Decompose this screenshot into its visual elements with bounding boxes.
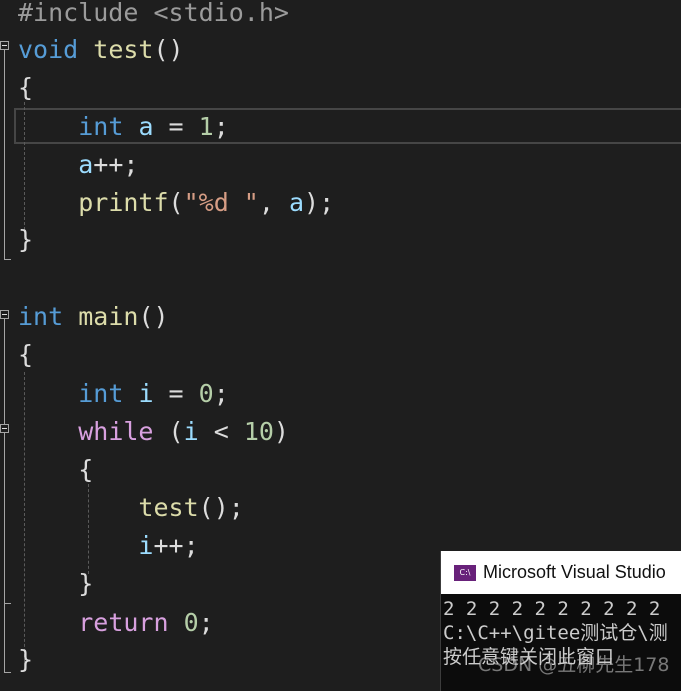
code-line-6[interactable]: printf("%d ", a);	[18, 184, 334, 222]
code-token-plain: }	[18, 225, 34, 254]
code-token-plain: <	[198, 417, 244, 446]
code-token-var: i	[183, 417, 199, 446]
code-token-fn: printf	[78, 188, 169, 217]
code-token-plain: ()	[138, 302, 169, 331]
code-token-plain: ();	[198, 493, 244, 522]
code-token-num: 0	[183, 608, 199, 637]
code-token-fn: test	[138, 493, 199, 522]
console-title: Microsoft Visual Studio	[483, 562, 666, 582]
outline-line-while	[4, 433, 5, 673]
code-token-plain: =	[153, 112, 199, 141]
code-token-pre: #include <stdio.h>	[18, 0, 289, 27]
code-token-plain: ++;	[153, 531, 199, 560]
console-app-icon: C:\	[454, 564, 476, 581]
code-line-1[interactable]: #include <stdio.h>	[18, 0, 289, 32]
code-line-7[interactable]: }	[18, 221, 33, 259]
fold-toggle-while-icon[interactable]	[0, 424, 9, 433]
outline-end-main	[4, 672, 11, 673]
code-line-13[interactable]: {	[18, 451, 93, 489]
code-token-var: a	[288, 188, 305, 217]
code-line-17[interactable]: return 0;	[18, 604, 214, 642]
code-line-10[interactable]: {	[18, 336, 33, 374]
code-token-plain: {	[18, 455, 94, 484]
code-token-var: a	[138, 112, 154, 141]
code-token-plain: );	[304, 188, 335, 217]
code-line-16[interactable]: }	[18, 565, 93, 603]
fold-toggle-test-icon[interactable]	[0, 41, 9, 50]
code-token-var: a	[78, 150, 94, 179]
code-token-fn: test	[93, 35, 154, 64]
code-line-18[interactable]: }	[18, 641, 33, 679]
code-line-11[interactable]: int i = 0;	[18, 375, 229, 413]
code-token-ctl: return	[78, 608, 169, 637]
code-token-plain: ++;	[93, 150, 139, 179]
watermark: CSDN @五柳先生178	[478, 654, 670, 676]
code-token-num: 0	[198, 379, 214, 408]
code-token-ctl: while	[78, 417, 154, 446]
outline-line-test	[4, 50, 5, 260]
outline-line-main	[4, 319, 5, 424]
code-token-kw: int	[78, 379, 124, 408]
console-titlebar[interactable]: C:\ Microsoft Visual Studio	[441, 551, 681, 594]
code-token-num: 10	[243, 417, 274, 446]
outline-end-test	[4, 259, 11, 260]
code-token-var: i	[138, 531, 154, 560]
code-token-num: 1	[198, 112, 214, 141]
code-token-plain: ,	[258, 188, 289, 217]
code-token-plain: )	[273, 417, 289, 446]
code-token-plain: (	[153, 417, 184, 446]
console-output-line: 2 2 2 2 2 2 2 2 2 2	[443, 598, 661, 620]
code-token-fn: main	[78, 302, 139, 331]
code-token-plain: =	[153, 379, 199, 408]
code-line-3[interactable]: {	[18, 69, 33, 107]
code-line-4[interactable]: int a = 1;	[18, 108, 229, 146]
code-line-14[interactable]: test();	[18, 489, 244, 527]
code-token-plain: ()	[153, 35, 184, 64]
console-path-line: C:\C++\gitee测试仓\测	[443, 622, 668, 644]
code-token-plain: }	[18, 569, 94, 598]
code-line-5[interactable]: a++;	[18, 146, 138, 184]
code-token-plain: ;	[198, 608, 214, 637]
code-token-kw: int	[18, 302, 64, 331]
code-line-2[interactable]: void test()	[18, 31, 184, 69]
code-token-plain: (	[168, 188, 184, 217]
outline-end-while	[4, 603, 11, 604]
code-token-plain: {	[18, 73, 34, 102]
code-token-plain: }	[18, 645, 34, 674]
code-line-9[interactable]: int main()	[18, 298, 169, 336]
code-token-plain: ;	[213, 112, 229, 141]
code-token-plain: ;	[213, 379, 229, 408]
fold-toggle-main-icon[interactable]	[0, 310, 9, 319]
code-line-12[interactable]: while (i < 10)	[18, 413, 289, 451]
code-token-str: "%d "	[183, 188, 259, 217]
code-token-plain: {	[18, 340, 34, 369]
code-token-kw: int	[78, 112, 124, 141]
code-line-15[interactable]: i++;	[18, 527, 199, 565]
code-token-var: i	[138, 379, 154, 408]
code-token-kw: void	[18, 35, 79, 64]
